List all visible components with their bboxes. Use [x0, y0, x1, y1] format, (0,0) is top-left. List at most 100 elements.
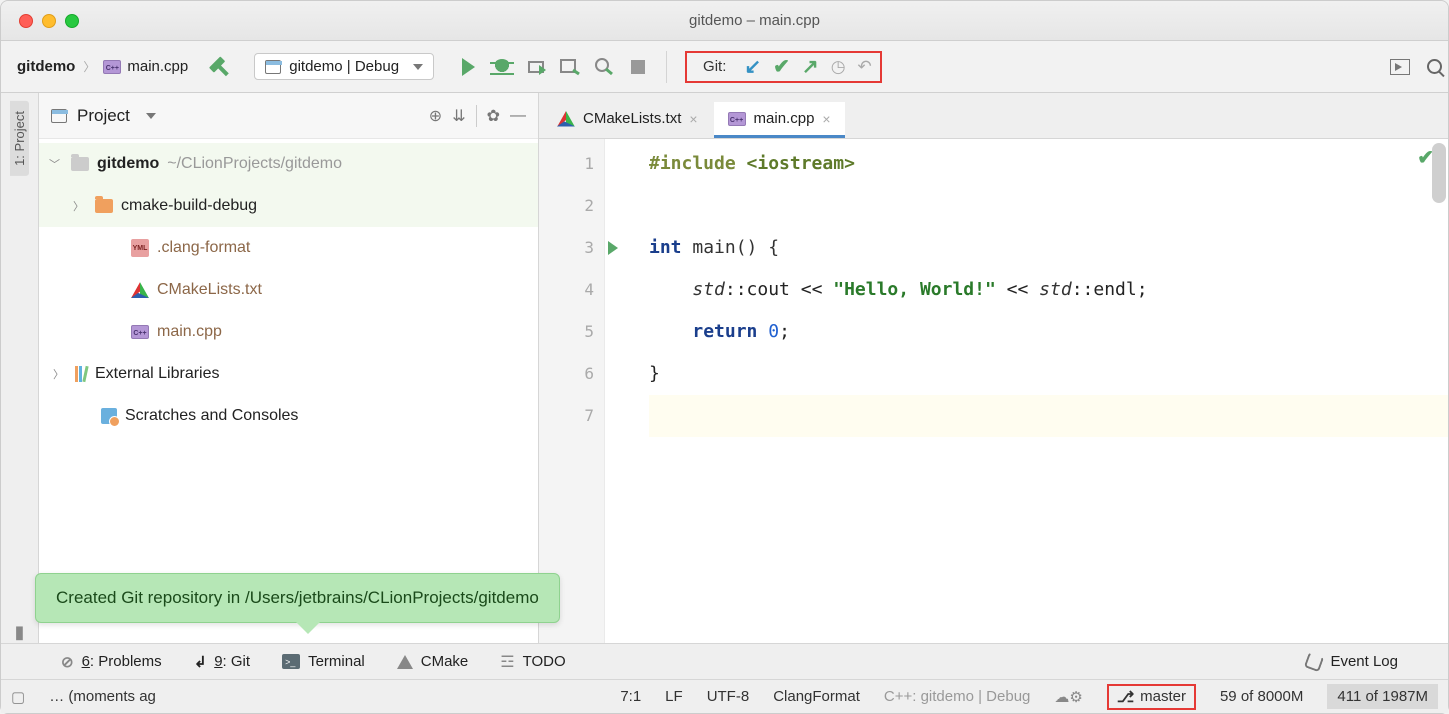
line-number: 6: [539, 353, 594, 395]
close-tab-icon[interactable]: ×: [822, 111, 830, 127]
git-branch-highlight[interactable]: master: [1107, 684, 1196, 710]
git-toolbar-highlight: Git: ↙ ✔ ↗ ◷ ↶: [685, 51, 882, 83]
locate-icon[interactable]: ⊕: [429, 106, 442, 126]
run-context[interactable]: C++: gitdemo | Debug: [884, 688, 1030, 705]
zoom-window-button[interactable]: [65, 14, 79, 28]
project-tool-tab[interactable]: 1: Project: [10, 101, 29, 176]
git-tool-button[interactable]: 9: Git: [194, 653, 250, 671]
tab-label: main.cpp: [754, 110, 815, 127]
close-window-button[interactable]: [19, 14, 33, 28]
notification-balloon[interactable]: Created Git repository in /Users/jetbrai…: [35, 573, 560, 623]
tab-label: CMakeLists.txt: [583, 110, 681, 127]
expand-icon[interactable]: ﹀: [49, 156, 63, 172]
line-number-gutter[interactable]: 1 2 3 4 5 6 7: [539, 139, 605, 643]
bottom-toolwindow-bar: 6: Problems 9: Git Terminal CMake TODO E…: [1, 643, 1448, 679]
tree-item-label: CMakeLists.txt: [157, 281, 262, 299]
expand-icon[interactable]: 〉: [73, 198, 87, 214]
editor-area: CMakeLists.txt × main.cpp × 1 2 3 4 5 6 …: [539, 93, 1448, 643]
coverage-button[interactable]: [522, 53, 550, 81]
tree-scratches[interactable]: Scratches and Consoles: [39, 395, 538, 437]
vcs-rollback-icon[interactable]: ↶: [858, 57, 872, 77]
tree-item-label: Scratches and Consoles: [125, 407, 298, 425]
run-anything-icon[interactable]: [1386, 53, 1414, 81]
expand-icon[interactable]: 〉: [53, 366, 67, 382]
build-icon[interactable]: [209, 54, 234, 79]
tree-file-clang-format[interactable]: .clang-format: [39, 227, 538, 269]
line-number: 3: [539, 227, 594, 269]
code-line: int main() {: [649, 227, 1448, 269]
terminal-tool-button[interactable]: Terminal: [282, 653, 365, 670]
minimize-window-button[interactable]: [42, 14, 56, 28]
cmake-file-icon: [557, 111, 575, 127]
cmake-file-icon: [131, 282, 149, 298]
tree-item-label: .clang-format: [157, 239, 250, 257]
tree-root[interactable]: ﹀ gitdemo ~/CLionProjects/gitdemo: [39, 143, 538, 185]
project-tool-header: Project ⊕ ⇊ ✿ —: [39, 93, 538, 139]
tree-folder-build[interactable]: 〉 cmake-build-debug: [39, 185, 538, 227]
vcs-commit-icon[interactable]: ✔: [773, 57, 790, 77]
scratches-icon: [101, 408, 117, 424]
code-line: }: [649, 353, 1448, 395]
code-area[interactable]: 1 2 3 4 5 6 7 #include <iostream> int ma…: [539, 139, 1448, 643]
cpp-file-icon: [131, 325, 149, 339]
cmake-icon: [397, 655, 413, 669]
tree-root-path: ~/CLionProjects/gitdemo: [167, 155, 342, 173]
stop-button[interactable]: [624, 53, 652, 81]
cmake-tool-button[interactable]: CMake: [397, 653, 469, 670]
project-tree[interactable]: ﹀ gitdemo ~/CLionProjects/gitdemo 〉 cmak…: [39, 139, 538, 643]
memory-indicator-2[interactable]: 411 of 1987M: [1327, 684, 1438, 709]
code-text[interactable]: #include <iostream> int main() { std::co…: [641, 139, 1448, 643]
tree-file-cmakelists[interactable]: CMakeLists.txt: [39, 269, 538, 311]
close-tab-icon[interactable]: ×: [689, 111, 697, 127]
breadcrumb-file[interactable]: main.cpp: [103, 58, 188, 75]
chevron-down-icon[interactable]: [146, 113, 156, 119]
notification-text: Created Git repository in /Users/jetbrai…: [56, 588, 539, 607]
status-message[interactable]: … (moments ag: [49, 688, 156, 705]
breadcrumb: gitdemo 〉 main.cpp: [17, 58, 188, 75]
run-configuration-selector[interactable]: gitdemo | Debug: [254, 53, 434, 80]
tree-item-label: External Libraries: [95, 365, 220, 383]
problems-icon: [61, 653, 74, 671]
collapse-all-icon[interactable]: ⇊: [452, 106, 465, 126]
vcs-history-icon[interactable]: ◷: [831, 57, 846, 77]
breadcrumb-file-label: main.cpp: [127, 58, 188, 75]
tree-item-label: cmake-build-debug: [121, 197, 257, 215]
profile-button[interactable]: [556, 53, 584, 81]
code-line: return 0;: [649, 311, 1448, 353]
code-line-current: [649, 395, 1448, 437]
bookmarks-tool-icon[interactable]: ▮: [15, 622, 25, 643]
file-encoding[interactable]: UTF-8: [707, 688, 750, 705]
run-button[interactable]: [454, 53, 482, 81]
branch-name: master: [1140, 688, 1186, 705]
attach-button[interactable]: [590, 53, 618, 81]
tree-external-libraries[interactable]: 〉 External Libraries: [39, 353, 538, 395]
caret-position[interactable]: 7:1: [620, 688, 641, 705]
editor-tab-cmakelists[interactable]: CMakeLists.txt ×: [543, 102, 712, 138]
code-style[interactable]: ClangFormat: [773, 688, 860, 705]
todo-tool-button[interactable]: TODO: [500, 652, 565, 672]
deployment-icon[interactable]: ☁⚙: [1054, 688, 1082, 706]
breadcrumb-root[interactable]: gitdemo: [17, 58, 75, 75]
editor-tab-main-cpp[interactable]: main.cpp ×: [714, 102, 845, 138]
line-number: 2: [539, 185, 594, 227]
status-bar-widget-icon[interactable]: ▢: [11, 688, 25, 706]
line-separator[interactable]: LF: [665, 688, 683, 705]
hide-icon[interactable]: —: [510, 107, 526, 125]
problems-tool-button[interactable]: 6: Problems: [61, 653, 162, 671]
line-number: 7: [539, 395, 594, 437]
tree-file-main-cpp[interactable]: main.cpp: [39, 311, 538, 353]
project-view-title[interactable]: Project: [77, 106, 130, 126]
vcs-update-icon[interactable]: ↙: [744, 57, 761, 77]
title-bar: gitdemo – main.cpp: [1, 1, 1448, 41]
terminal-icon: [282, 654, 300, 669]
run-config-label: gitdemo | Debug: [289, 58, 399, 75]
search-everywhere-icon[interactable]: [1420, 53, 1448, 81]
line-number: 4: [539, 269, 594, 311]
vcs-push-icon[interactable]: ↗: [802, 57, 819, 77]
gear-icon[interactable]: ✿: [487, 106, 500, 126]
memory-indicator-1[interactable]: 59 of 8000M: [1220, 688, 1303, 705]
vertical-scrollbar[interactable]: [1432, 143, 1446, 203]
run-line-marker-icon[interactable]: [608, 241, 618, 255]
debug-button[interactable]: [488, 53, 516, 81]
event-log-tool-button[interactable]: Event Log: [1306, 653, 1398, 670]
